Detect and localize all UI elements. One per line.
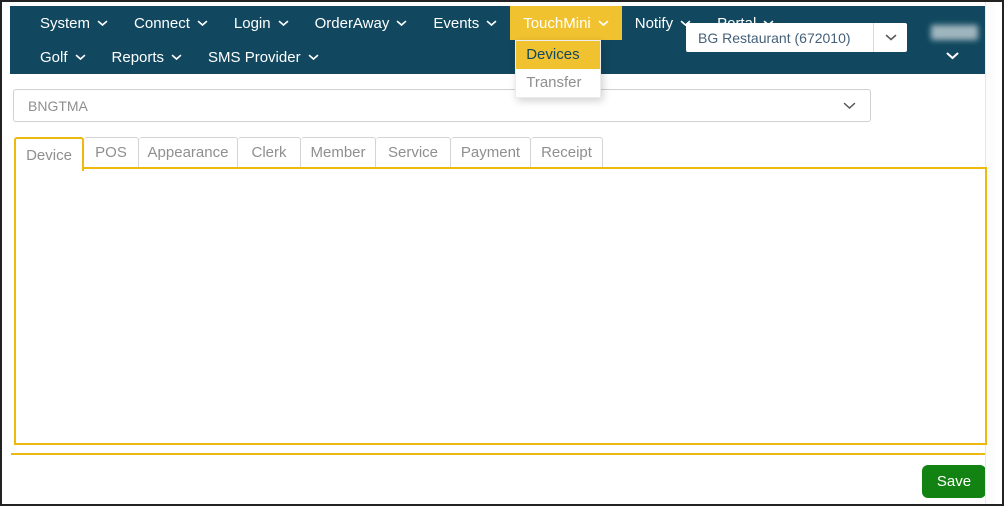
tab-pos[interactable]: POS — [84, 137, 139, 167]
nav-connect-label: Connect — [134, 14, 190, 32]
tab-receipt[interactable]: Receipt — [531, 137, 603, 167]
chevron-down-icon — [278, 20, 288, 26]
chevron-down-icon — [171, 54, 182, 60]
settings-tab-bar: Device POS Appearance Clerk Member Servi… — [14, 137, 603, 171]
user-menu-toggle[interactable] — [946, 47, 959, 65]
venue-select[interactable]: BG Restaurant (672010) — [686, 23, 907, 52]
nav-touchmini-label: TouchMini — [523, 14, 591, 32]
device-settings-panel — [14, 167, 987, 445]
chevron-down-icon — [197, 20, 208, 26]
user-name-redacted — [931, 25, 978, 40]
nav-sms-provider[interactable]: SMS Provider — [195, 40, 332, 74]
nav-orderaway-label: OrderAway — [314, 14, 390, 32]
tab-member[interactable]: Member — [301, 137, 376, 167]
chevron-down-icon — [598, 20, 609, 26]
nav-login-label: Login — [233, 14, 271, 32]
touchmini-dropdown-menu: Devices Transfer — [515, 40, 602, 98]
nav-events-label: Events — [433, 14, 480, 32]
device-name-select-value: BNGTMA — [28, 97, 88, 114]
nav-system[interactable]: System — [27, 6, 121, 40]
chevron-down-icon — [874, 34, 907, 42]
nav-events[interactable]: Events — [420, 6, 510, 40]
chevron-down-icon — [946, 52, 959, 60]
venue-select-value: BG Restaurant (672010) — [698, 29, 851, 46]
app-window: { "nav": { "row1": [ { "label": "System"… — [0, 0, 1004, 506]
tab-service[interactable]: Service — [376, 137, 451, 167]
chevron-down-icon — [843, 102, 870, 110]
tab-device[interactable]: Device — [14, 137, 84, 171]
tab-appearance[interactable]: Appearance — [139, 137, 238, 167]
nav-reports-label: Reports — [111, 48, 165, 66]
nav-sms-provider-label: SMS Provider — [208, 48, 301, 66]
nav-system-label: System — [40, 14, 91, 32]
nav-golf[interactable]: Golf — [27, 40, 99, 74]
tab-payment[interactable]: Payment — [451, 137, 531, 167]
chevron-down-icon — [486, 20, 497, 26]
menu-item-devices[interactable]: Devices — [516, 41, 601, 69]
menu-item-transfer[interactable]: Transfer — [516, 69, 600, 97]
chevron-down-icon — [75, 54, 85, 60]
chevron-down-icon — [97, 20, 108, 26]
nav-reports[interactable]: Reports — [99, 40, 196, 74]
chevron-down-icon — [308, 54, 318, 60]
nav-login[interactable]: Login — [221, 6, 302, 40]
nav-connect[interactable]: Connect — [121, 6, 221, 40]
footer-divider — [11, 453, 992, 455]
device-name-select[interactable]: BNGTMA — [13, 89, 871, 122]
nav-notify-label: Notify — [634, 14, 674, 32]
main-navbar: System Connect Login OrderAway Events To… — [10, 6, 988, 98]
nav-golf-label: Golf — [40, 48, 68, 66]
nav-touchmini[interactable]: TouchMini Devices Transfer — [510, 6, 622, 98]
chevron-down-icon — [397, 20, 407, 26]
save-button[interactable]: Save — [922, 465, 986, 498]
tab-clerk[interactable]: Clerk — [238, 137, 301, 167]
nav-orderaway[interactable]: OrderAway — [302, 6, 421, 40]
